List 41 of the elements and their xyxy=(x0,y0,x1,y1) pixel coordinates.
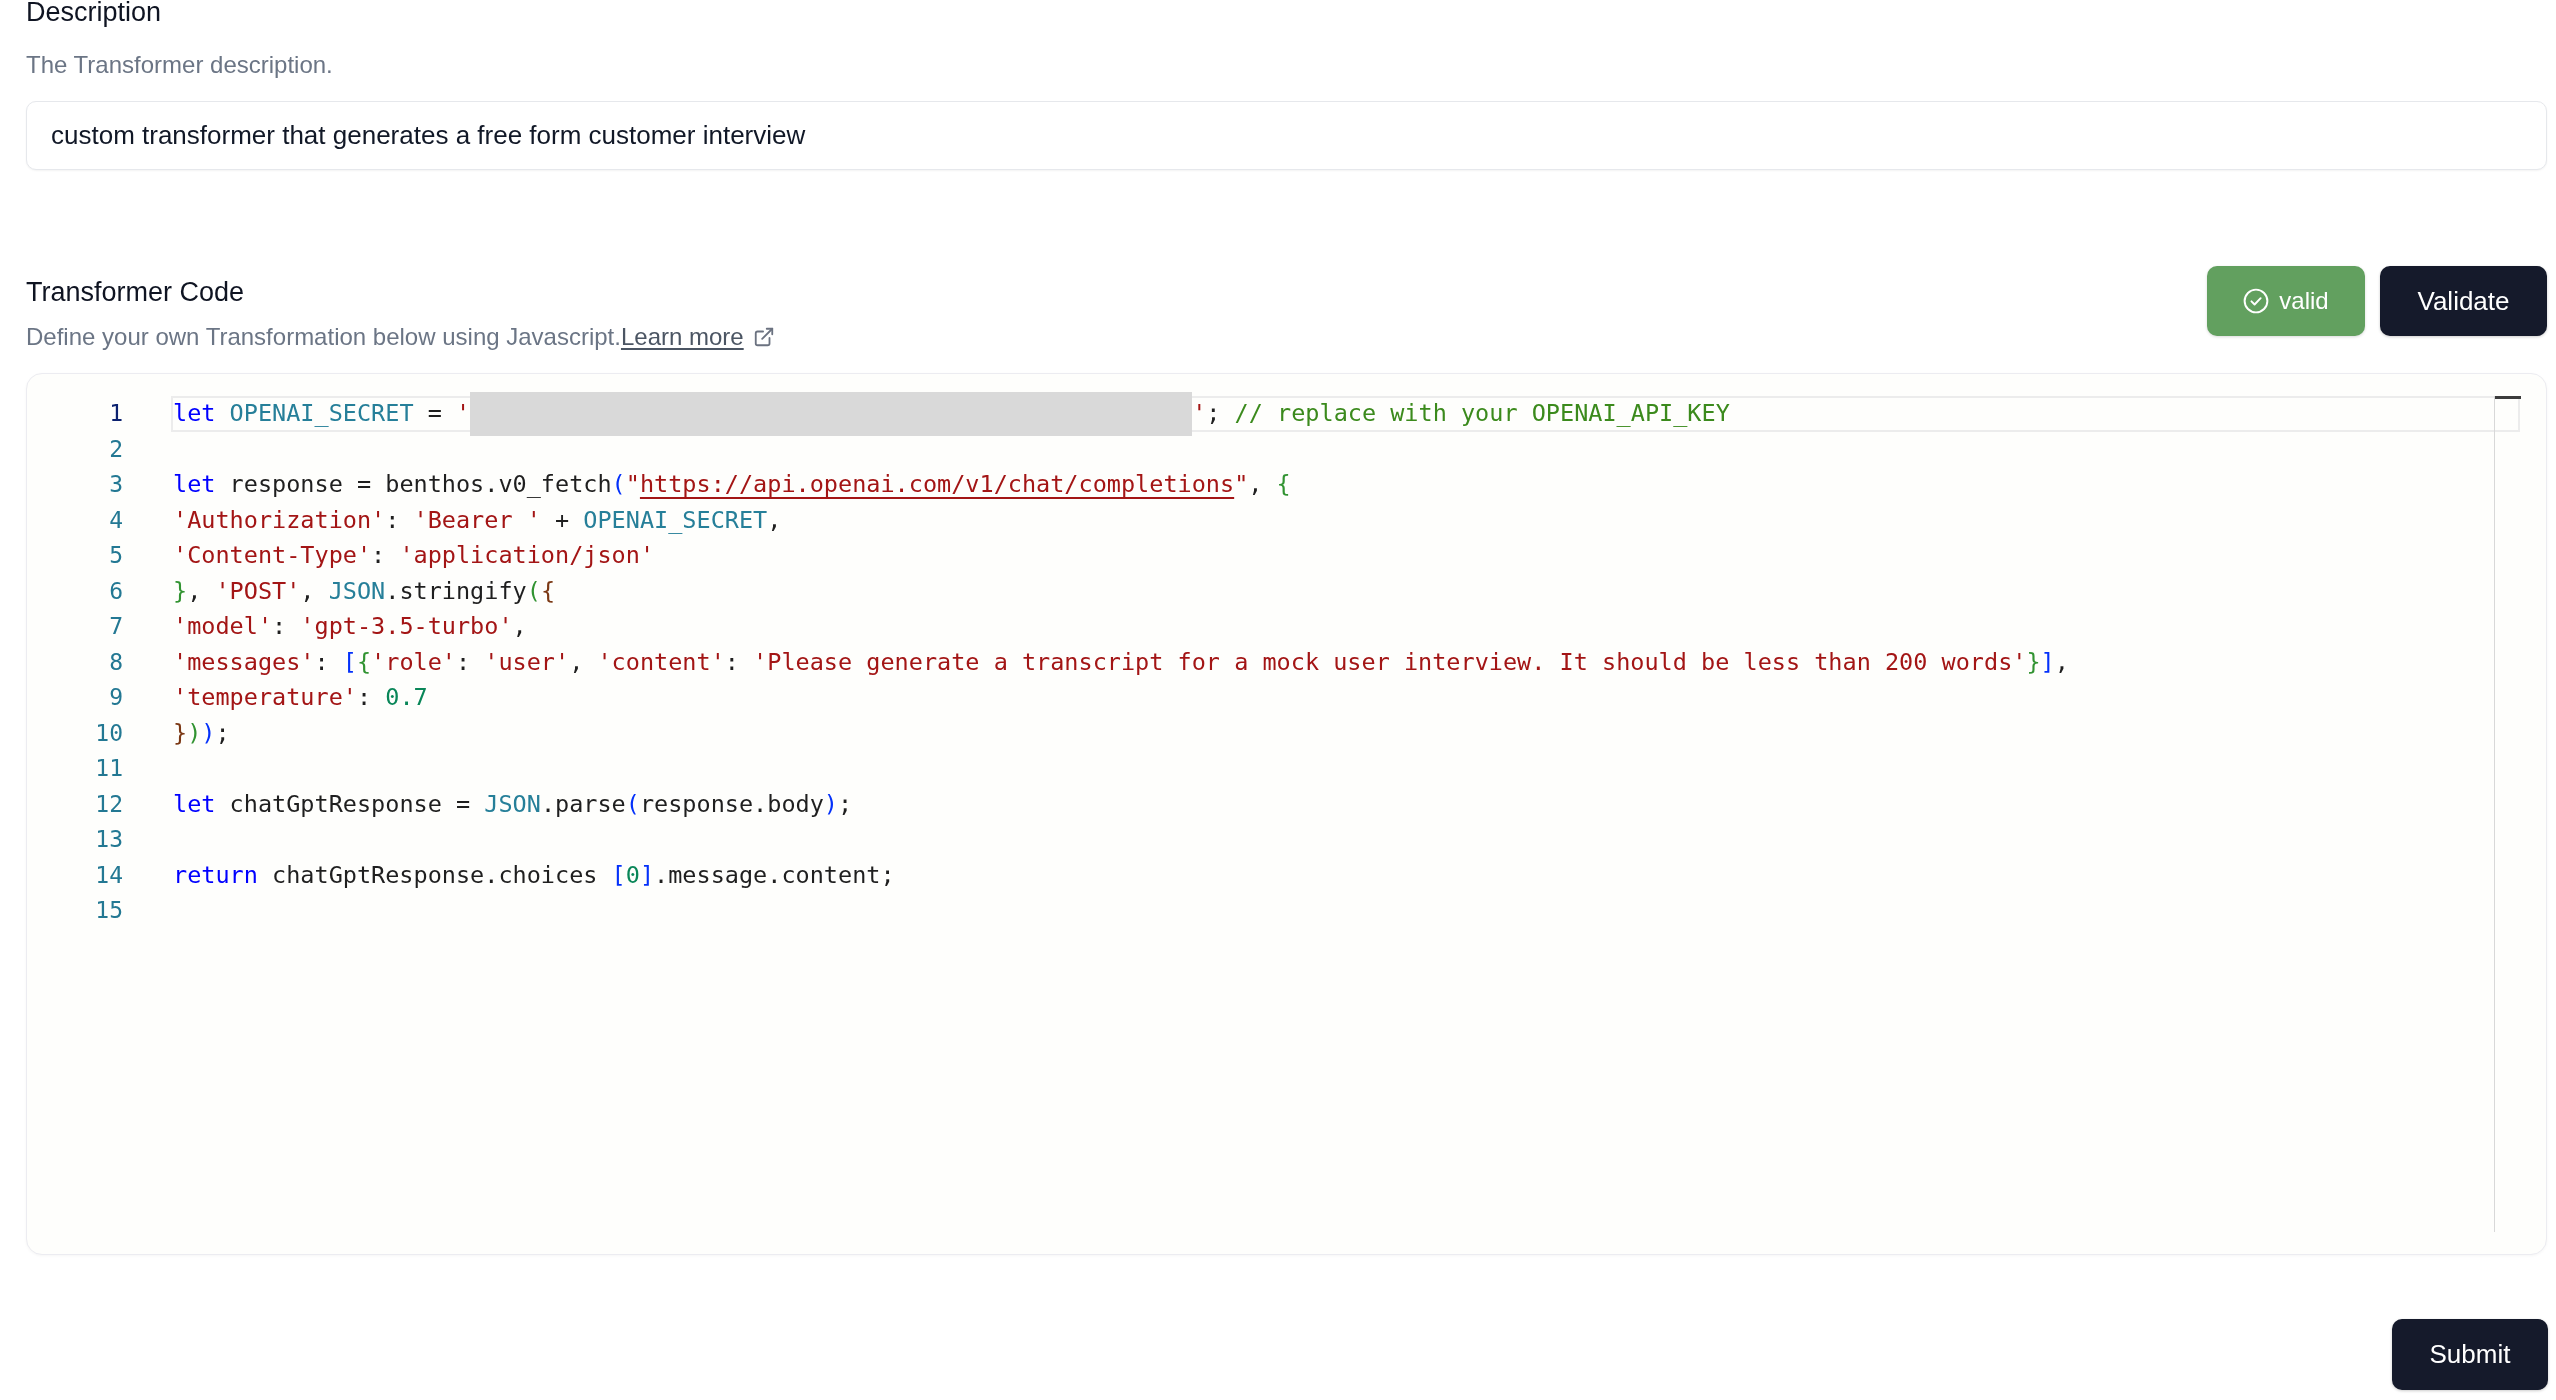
code-text: let chatGptResponse = JSON.parse(response.body); xyxy=(173,788,853,820)
scrollbar-track[interactable] xyxy=(2494,396,2520,1232)
line-number: 1 xyxy=(108,399,123,428)
description-input[interactable]: custom transformer that generates a free form customer interview xyxy=(26,101,2547,170)
code-text: ", { xyxy=(1234,469,1291,501)
line-number: 8 xyxy=(108,647,123,677)
section-description: Define your own Transformation below using Javascript.Learn more xyxy=(26,322,775,352)
learn-more-link[interactable]: Learn more xyxy=(620,322,775,352)
external-link-icon xyxy=(752,326,775,348)
code-text: 'model': 'gpt-3.5-turbo', xyxy=(173,611,527,643)
help-text: The Transformer description. xyxy=(26,50,333,80)
code-text: let OPENAI_SECRET = ' xyxy=(173,398,471,430)
code-text: })); xyxy=(173,717,230,749)
line-number: 7 xyxy=(108,612,123,641)
code-text: return chatGptResponse.choices [0].message.content; xyxy=(173,859,895,891)
line-number: 9 xyxy=(108,683,123,712)
code-text: 'temperature': 0.7 xyxy=(173,682,428,714)
code-text: 'Authorization': 'Bearer ' + OPENAI_SECRET, xyxy=(173,504,782,536)
section-title: Transformer Code xyxy=(26,276,245,308)
code-text: 'Content-Type': 'application/json' xyxy=(173,540,655,572)
check-circle-icon xyxy=(2243,288,2270,314)
line-number: 5 xyxy=(108,541,123,570)
line-number: 4 xyxy=(108,505,123,535)
code-editor[interactable] xyxy=(26,373,2547,1255)
line-number: 10 xyxy=(94,718,123,748)
code-link[interactable]: https://api.openai.com/v1/chat/completions xyxy=(639,469,1235,501)
line-number: 13 xyxy=(94,825,123,854)
line-number: 11 xyxy=(94,754,123,783)
validate-button[interactable]: Validate xyxy=(2380,266,2547,336)
line-number: 14 xyxy=(94,860,123,890)
cursor-position-marker xyxy=(2495,396,2521,399)
code-text: let response = benthos.v0_fetch(" xyxy=(173,469,640,501)
code-text: '; // replace with your OPENAI_API_KEY xyxy=(1192,398,1730,430)
line-number: 3 xyxy=(108,470,123,499)
line-number: 15 xyxy=(94,896,123,925)
submit-button[interactable]: Submit xyxy=(2392,1319,2548,1390)
code-text: 'messages': [{'role': 'user', 'content': 'Please generate a transcript for a mock user interview. It should be less than 200 words'}], xyxy=(173,646,2069,678)
code-text: }, 'POST', JSON.stringify({ xyxy=(173,575,556,607)
line-number: 12 xyxy=(94,789,123,819)
line-number: 2 xyxy=(108,434,123,464)
line-number: 6 xyxy=(108,576,123,606)
